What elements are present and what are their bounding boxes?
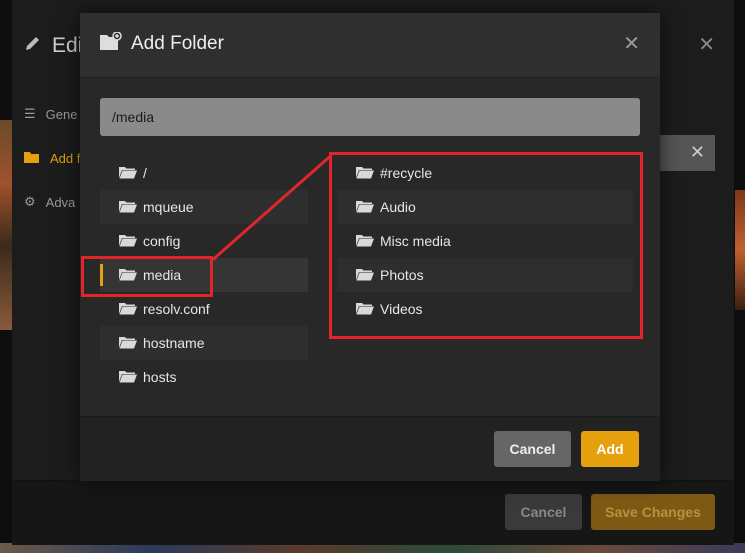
folder-name: Videos xyxy=(380,301,423,317)
folder-icon xyxy=(119,234,137,248)
folder-name: Photos xyxy=(380,267,424,283)
folder-row[interactable]: hosts xyxy=(100,360,308,394)
folder-row[interactable]: / xyxy=(100,156,308,190)
gear-icon: ⚙ xyxy=(24,194,36,209)
folder-icon xyxy=(356,302,374,316)
add-folder-modal: Add Folder ✕ / mqueue config media resolv.co… xyxy=(80,13,660,481)
nav-item-label: Adva xyxy=(45,194,76,210)
edit-cancel-button[interactable]: Cancel xyxy=(505,494,582,530)
folder-row[interactable]: resolv.conf xyxy=(100,292,308,326)
folder-icon xyxy=(356,166,374,180)
folder-name: / xyxy=(143,165,147,181)
close-icon[interactable]: ✕ xyxy=(623,31,640,56)
list-icon: ☰ xyxy=(24,106,36,121)
folder-icon xyxy=(119,200,137,214)
folder-path-field[interactable]: ✕ xyxy=(660,135,715,171)
folder-icon xyxy=(119,166,137,180)
add-folder-icon xyxy=(100,31,122,56)
folder-row[interactable]: mqueue xyxy=(100,190,308,224)
folder-row[interactable]: Misc media xyxy=(337,224,633,258)
folder-row[interactable]: config xyxy=(100,224,308,258)
folder-name: mqueue xyxy=(143,199,194,215)
folder-row[interactable]: Photos xyxy=(337,258,633,292)
folder-icon xyxy=(356,200,374,214)
nav-item-label: Add f xyxy=(50,150,81,166)
folder-name: config xyxy=(143,233,181,249)
remove-icon[interactable]: ✕ xyxy=(690,142,705,163)
folder-row[interactable]: media xyxy=(100,258,308,292)
pencil-icon xyxy=(24,34,42,58)
modal-footer: Cancel Add xyxy=(80,416,660,481)
folder-name: hostname xyxy=(143,335,205,351)
nav-item-label: Gene xyxy=(45,106,78,122)
folder-icon xyxy=(24,151,40,166)
folder-name: media xyxy=(143,267,182,283)
folder-icon xyxy=(356,234,374,248)
cancel-button[interactable]: Cancel xyxy=(494,431,571,467)
modal-header: Add Folder ✕ xyxy=(80,13,660,78)
edit-dialog-title: Edi xyxy=(24,34,82,58)
folder-icon xyxy=(119,370,137,384)
folder-icon xyxy=(356,268,374,282)
folder-icon xyxy=(119,336,137,350)
subdirectory-list: #recycle Audio Misc media Photos Videos xyxy=(337,156,633,326)
directory-list: / mqueue config media resolv.conf hostname hos… xyxy=(100,156,308,394)
folder-row[interactable]: hostname xyxy=(100,326,308,360)
nav-item-add-folders[interactable]: Add f xyxy=(24,136,80,180)
folder-icon xyxy=(119,268,137,282)
add-button[interactable]: Add xyxy=(581,431,639,467)
folder-row[interactable]: Videos xyxy=(337,292,633,326)
folder-name: #recycle xyxy=(380,165,433,181)
modal-title-text: Add Folder xyxy=(131,33,224,54)
folder-name: resolv.conf xyxy=(143,301,210,317)
edit-dialog-nav: ☰ Gene Add f ⚙ Adva xyxy=(24,92,80,224)
folder-icon xyxy=(119,302,137,316)
folder-name: Audio xyxy=(380,199,416,215)
save-changes-button[interactable]: Save Changes xyxy=(591,494,715,530)
folder-name: hosts xyxy=(143,369,177,385)
nav-item-general[interactable]: ☰ Gene xyxy=(24,92,80,136)
nav-item-advanced[interactable]: ⚙ Adva xyxy=(24,180,80,224)
folder-name: Misc media xyxy=(380,233,451,249)
folder-row[interactable]: Audio xyxy=(337,190,633,224)
edit-dialog-title-text: Edi xyxy=(52,34,83,57)
folder-path-input[interactable] xyxy=(100,98,640,136)
modal-title: Add Folder xyxy=(100,31,224,56)
folder-row[interactable]: #recycle xyxy=(337,156,633,190)
close-icon[interactable]: ✕ xyxy=(698,32,715,57)
